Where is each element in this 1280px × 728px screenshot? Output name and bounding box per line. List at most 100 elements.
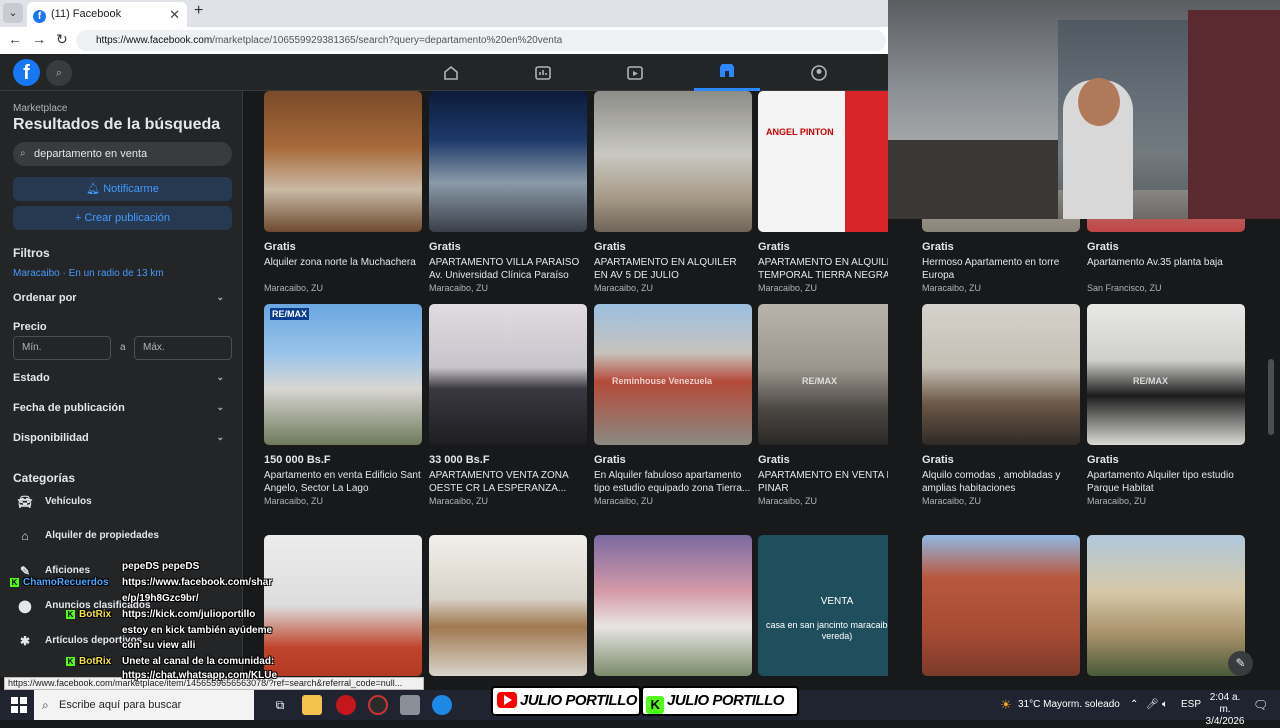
photo-overlay-text: RE/MAX xyxy=(270,308,310,320)
youtube-name-badge: JULIO PORTILLO xyxy=(491,686,641,716)
task-view-icon[interactable]: ⧉ xyxy=(270,695,290,715)
listing-photo: RE/MAX xyxy=(264,304,422,445)
listing-card[interactable]: Gratis Alquilo comodas , amobladas y amp… xyxy=(922,304,1080,506)
kick-badge-icon: K xyxy=(66,657,75,666)
photo-overlay-text: Reminhouse Venezuela xyxy=(612,376,713,386)
photo-overlay-text: RE/MAX xyxy=(1133,376,1169,386)
file-explorer-icon[interactable] xyxy=(302,695,322,715)
listing-card[interactable]: Gratis Alquiler zona norte la Muchachera… xyxy=(264,91,422,293)
listing-card[interactable]: VENTA casa en san jancinto maracaibo (en… xyxy=(758,535,888,676)
listing-price: Gratis xyxy=(1087,241,1119,253)
filters-heading: Filtros xyxy=(13,246,50,260)
availability-dropdown[interactable]: Disponibilidad ⌄ xyxy=(13,432,232,444)
create-listing-button[interactable]: + Crear publicación xyxy=(13,206,232,230)
video-icon[interactable] xyxy=(510,54,576,91)
groups-icon[interactable] xyxy=(786,54,852,91)
listing-card[interactable]: Gratis APARTAMENTO VILLA PARAISO Av. Uni… xyxy=(429,91,587,293)
back-icon[interactable]: ← xyxy=(8,31,22,47)
notify-button[interactable]: 🔔︎ Notificarme xyxy=(13,177,232,201)
listing-card[interactable]: Reminhouse Venezuela Gratis En Alquiler … xyxy=(594,304,752,506)
listing-price: Gratis xyxy=(264,241,296,253)
listing-price: Gratis xyxy=(1087,454,1119,466)
listing-card[interactable]: RE/MAX 150 000 Bs.F Apartamento en venta… xyxy=(264,304,422,506)
address-toolbar: ← → ↻ https://www.facebook.com/marketpla… xyxy=(0,27,888,54)
listing-card[interactable]: Gratis Apartamento Av.35 planta baja San… xyxy=(1087,219,1245,293)
microphone-icon[interactable]: 🎤︎ xyxy=(1146,690,1159,720)
listing-card[interactable]: RE/MAX Gratis APARTAMENTO EN VENTA EN EL… xyxy=(758,304,888,506)
stream-name-banner: JULIO PORTILLO K JULIO PORTILLO xyxy=(491,686,799,716)
listing-photo xyxy=(429,91,587,232)
listing-price: Gratis xyxy=(922,241,954,253)
home-icon[interactable] xyxy=(418,54,484,91)
address-bar[interactable]: https://www.facebook.com/marketplace/106… xyxy=(76,30,886,51)
listing-photo xyxy=(264,91,422,232)
listing-photo: RE/MAX xyxy=(758,304,888,445)
watch-icon[interactable] xyxy=(602,54,668,91)
search-placeholder: Escribe aquí para buscar xyxy=(59,699,182,711)
price-min-input[interactable]: Mín. xyxy=(13,336,111,360)
search-icon[interactable]: ⌕ xyxy=(46,60,72,86)
chat-line: estoy en kick también ayúdeme xyxy=(122,625,273,636)
create-label: Crear publicación xyxy=(84,212,171,224)
obs-icon[interactable] xyxy=(368,695,388,715)
listing-location: Maracaibo, ZU xyxy=(922,496,982,506)
listing-card[interactable] xyxy=(922,535,1080,676)
chat-line: Unete al canal de la comunidad: xyxy=(122,656,275,667)
windows-start-icon[interactable] xyxy=(10,696,28,714)
category-label: Vehículos xyxy=(45,496,92,507)
clock-date: 3/4/2026 xyxy=(1205,716,1245,727)
facebook-logo[interactable]: f xyxy=(13,59,40,86)
date-dropdown[interactable]: Fecha de publicación ⌄ xyxy=(13,402,232,414)
edge-icon[interactable] xyxy=(432,695,452,715)
listing-card[interactable] xyxy=(429,535,587,676)
weather-text[interactable]: 31°C Mayorm. soleado xyxy=(1018,690,1120,720)
location-filter-link[interactable]: Maracaibo · En un radio de 13 km xyxy=(13,268,164,279)
listing-card[interactable] xyxy=(594,535,752,676)
listing-price: 150 000 Bs.F xyxy=(264,454,331,466)
volume-icon[interactable]: 🔈︎ xyxy=(1162,690,1168,720)
webcam-face xyxy=(1078,78,1120,126)
scrollbar-thumb[interactable] xyxy=(1268,359,1274,435)
listing-card[interactable]: RE/MAX Gratis Apartamento Alquiler tipo … xyxy=(1087,304,1245,506)
marketplace-icon[interactable] xyxy=(694,54,760,91)
category-rentals[interactable]: ⌂ Alquiler de propiedades xyxy=(13,525,232,547)
new-tab-button[interactable]: + xyxy=(194,2,203,20)
listing-photo xyxy=(922,219,1080,232)
listing-card[interactable]: ANGEL PINTON Gratis APARTAMENTO EN ALQUI… xyxy=(758,91,888,293)
notifications-icon[interactable]: 🗨︎ xyxy=(1253,690,1268,720)
tray-chevron-icon[interactable]: ⌃ xyxy=(1130,690,1138,720)
compose-icon[interactable]: ✎ xyxy=(1228,651,1253,676)
listing-title: APARTAMENTO VILLA PARAISO Av. Universida… xyxy=(429,257,580,281)
app-icon[interactable] xyxy=(400,695,420,715)
stream-chat-overlay: pepeDS pepeDS K ChamoRecuerdos https://ww… xyxy=(0,558,300,681)
listing-title: APARTAMENTO EN ALQUILER EN AV 5 DE JULIO xyxy=(594,257,737,281)
price-max-input[interactable]: Máx. xyxy=(134,336,232,360)
category-vehicles[interactable]: 🚘︎ Vehículos xyxy=(13,491,232,513)
listing-photo xyxy=(594,91,752,232)
clock[interactable]: 2:04 a. m. 3/4/2026 xyxy=(1205,692,1245,727)
state-dropdown[interactable]: Estado ⌄ xyxy=(13,372,232,384)
listing-card[interactable] xyxy=(1087,535,1245,676)
sort-dropdown[interactable]: Ordenar por ⌄ xyxy=(13,292,232,304)
taskbar-search-input[interactable]: ⌕ Escribe aquí para buscar xyxy=(34,690,254,720)
app-icon[interactable] xyxy=(336,695,356,715)
listing-price: Gratis xyxy=(429,241,461,253)
chat-line: https://kick.com/julioportillo xyxy=(122,609,256,620)
forward-icon[interactable]: → xyxy=(32,31,46,47)
photo-overlay-text: ANGEL PINTON xyxy=(766,127,834,137)
reload-icon[interactable]: ↻ xyxy=(56,31,68,48)
listing-card[interactable]: Gratis APARTAMENTO EN ALQUILER EN AV 5 D… xyxy=(594,91,752,293)
listing-photo xyxy=(429,304,587,445)
language-indicator[interactable]: ESP xyxy=(1181,690,1201,720)
photo-overlay-text: casa en san jancinto maracaibo (en vered… xyxy=(765,620,888,641)
categories-heading: Categorías xyxy=(13,471,76,485)
tab-title: (11) Facebook xyxy=(51,8,122,20)
listing-photo xyxy=(429,535,587,676)
tab-list-button[interactable]: ⌄ xyxy=(3,3,23,23)
date-label: Fecha de publicación xyxy=(13,402,125,414)
marketplace-search-input[interactable]: ⌕ departamento en venta xyxy=(13,142,232,166)
tab-facebook[interactable]: f (11) Facebook ✕ xyxy=(27,2,187,27)
close-tab-icon[interactable]: ✕ xyxy=(169,2,180,27)
listing-card[interactable]: Gratis Hermoso Apartamento en torre Euro… xyxy=(922,219,1080,293)
listing-card[interactable]: 33 000 Bs.F APARTAMENTO VENTA ZONA OESTE… xyxy=(429,304,587,506)
